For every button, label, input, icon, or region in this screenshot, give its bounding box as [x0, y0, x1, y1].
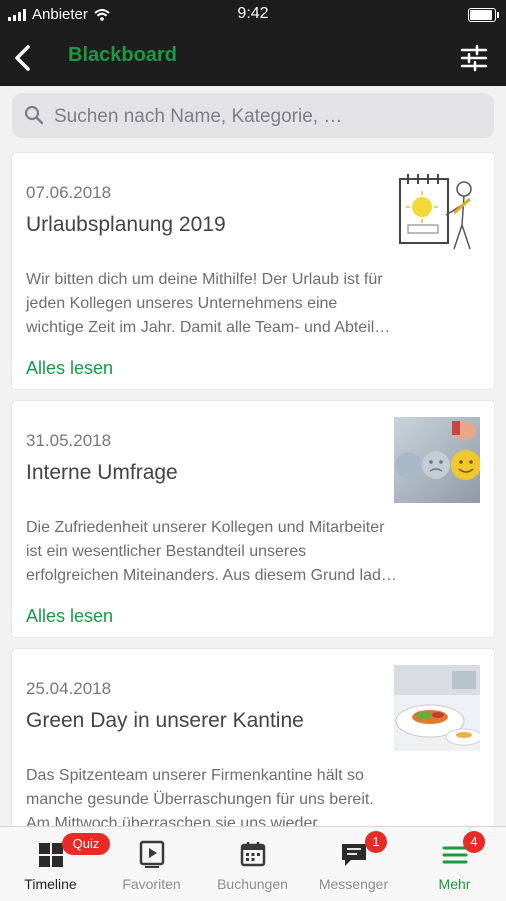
smiley-rating-image — [394, 417, 480, 503]
tab-label: Messenger — [318, 876, 389, 892]
search-bar — [12, 93, 494, 140]
post-date: 31.05.2018 — [26, 431, 112, 450]
post-title: Urlaubsplanung 2019 — [26, 213, 226, 236]
tab-label: Buchungen — [217, 876, 288, 892]
page-title: Blackboard — [68, 44, 177, 66]
calendar-sketch-image — [394, 169, 480, 255]
search-icon — [24, 105, 44, 125]
tab-messenger[interactable]: 1 Messenger — [303, 827, 404, 901]
post-title: Interne Umfrage — [26, 461, 178, 484]
tab-label: Timeline — [24, 876, 77, 892]
tab-bar: Quiz Timeline Favoriten Buchungen 1 Mess… — [0, 826, 506, 901]
tab-mehr[interactable]: 4 Mehr — [404, 827, 505, 901]
tab-buchungen[interactable]: Buchungen — [202, 827, 303, 901]
status-bar: Anbieter 9:42 — [0, 0, 506, 30]
read-more-link[interactable]: Alles lesen — [26, 606, 113, 627]
notification-badge: 1 — [365, 831, 387, 853]
tab-label: Mehr — [438, 876, 471, 892]
post-card[interactable]: 07.06.2018 Urlaubsplanung 2019 Wir bitte… — [12, 153, 494, 389]
post-title: Green Day in unserer Kantine — [26, 709, 304, 732]
tab-favoriten[interactable]: Favoriten — [101, 827, 202, 901]
post-card[interactable]: 31.05.2018 Interne Umfrage Die Zufrieden… — [12, 401, 494, 637]
notification-badge: 4 — [463, 831, 485, 853]
tab-label: Favoriten — [122, 876, 181, 892]
food-plate-image — [394, 665, 480, 751]
tab-timeline[interactable]: Quiz Timeline — [0, 827, 110, 901]
play-icon — [139, 840, 165, 868]
clock: 9:42 — [237, 5, 269, 22]
post-excerpt: Wir bitten dich um deine Mithilfe! Der U… — [26, 271, 391, 336]
search-input[interactable] — [52, 93, 486, 140]
chevron-left-icon[interactable] — [6, 38, 42, 78]
post-date: 25.04.2018 — [26, 679, 112, 698]
post-excerpt: Die Zufriedenheit unserer Kollegen und M… — [26, 519, 397, 584]
calendar-icon — [240, 842, 266, 867]
sliders-icon[interactable] — [458, 42, 490, 74]
post-date: 07.06.2018 — [26, 183, 112, 202]
navigation-bar: Blackboard — [0, 30, 506, 86]
read-more-link[interactable]: Alles lesen — [26, 358, 113, 379]
battery-icon — [468, 8, 499, 22]
